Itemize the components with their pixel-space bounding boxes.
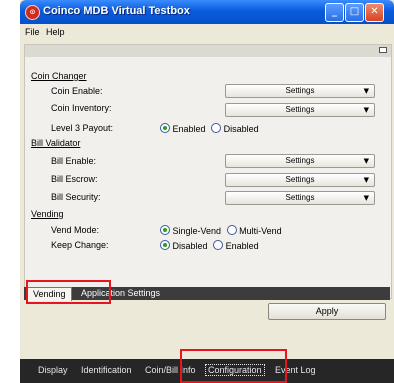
coin-enable-label: Coin Enable: — [51, 86, 103, 96]
keep-change-disabled-radio[interactable] — [160, 240, 170, 250]
coin-enable-value: Settings — [285, 86, 315, 95]
chevron-down-icon: ▼ — [363, 194, 369, 202]
bill-security-dropdown[interactable]: Settings ▼ — [225, 191, 375, 205]
panel-header-strip — [25, 45, 391, 57]
multi-vend-radio[interactable] — [226, 225, 237, 235]
single-vend-radio[interactable] — [160, 225, 170, 235]
maximize-button[interactable]: □ — [345, 3, 364, 22]
coin-enable-dropdown[interactable]: Settings ▼ — [225, 84, 375, 98]
tab-identification[interactable]: Identification — [81, 365, 132, 375]
bill-enable-label: Bill Enable: — [51, 156, 97, 166]
chevron-down-icon: ▼ — [363, 157, 369, 165]
coin-changer-heading: Coin Changer — [31, 71, 87, 81]
vend-mode-label: Vend Mode: — [51, 225, 100, 235]
close-button[interactable]: ✕ — [365, 3, 384, 22]
vend-mode-radio-group: Single-Vend Multi-Vend — [160, 225, 282, 236]
level3-enabled-radio[interactable] — [160, 123, 170, 133]
coin-inventory-value: Settings — [285, 105, 315, 114]
bill-escrow-label: Bill Escrow: — [51, 174, 98, 184]
keep-change-disabled-label[interactable]: Disabled — [173, 241, 208, 251]
bill-enable-dropdown[interactable]: Settings ▼ — [225, 154, 375, 168]
keep-change-radio-group: Disabled Enabled — [160, 240, 259, 251]
coin-inventory-label: Coin Inventory: — [51, 103, 112, 113]
menu-bar: File Help — [20, 24, 394, 40]
title-bar[interactable]: ⊙ Coinco MDB Virtual Testbox _ □ ✕ — [20, 0, 394, 24]
chevron-down-icon: ▼ — [363, 106, 369, 114]
menu-file[interactable]: File — [25, 27, 40, 37]
bill-validator-heading: Bill Validator — [31, 138, 81, 148]
keep-change-label: Keep Change: — [51, 240, 109, 250]
vending-heading: Vending — [31, 209, 64, 219]
single-vend-label[interactable]: Single-Vend — [173, 226, 222, 236]
configuration-panel: Coin Changer Coin Enable: Settings ▼ Coi… — [24, 44, 392, 299]
multi-vend-label[interactable]: Multi-Vend — [239, 226, 282, 236]
menu-help[interactable]: Help — [46, 27, 65, 37]
bill-enable-value: Settings — [285, 156, 315, 165]
window-title: Coinco MDB Virtual Testbox — [43, 5, 190, 17]
keep-change-enabled-radio[interactable] — [213, 240, 224, 250]
app-window: ⊙ Coinco MDB Virtual Testbox _ □ ✕ File … — [20, 0, 394, 383]
chevron-down-icon: ▼ — [363, 87, 369, 95]
level3-disabled-radio[interactable] — [211, 123, 222, 133]
collapse-icon[interactable] — [379, 47, 387, 53]
bill-escrow-dropdown[interactable]: Settings ▼ — [225, 173, 375, 187]
level3-enabled-label[interactable]: Enabled — [173, 124, 206, 134]
app-icon: ⊙ — [25, 5, 40, 20]
level3-payout-radio-group: Enabled Disabled — [160, 123, 259, 134]
keep-change-enabled-label[interactable]: Enabled — [226, 241, 259, 251]
level3-disabled-label[interactable]: Disabled — [224, 124, 259, 134]
tab-display[interactable]: Display — [38, 365, 68, 375]
bill-security-value: Settings — [285, 193, 315, 202]
apply-button[interactable]: Apply — [268, 303, 386, 320]
chevron-down-icon: ▼ — [363, 176, 369, 184]
minimize-button[interactable]: _ — [325, 3, 344, 22]
vending-tab-highlight — [26, 280, 111, 304]
coin-inventory-dropdown[interactable]: Settings ▼ — [225, 103, 375, 117]
bill-security-label: Bill Security: — [51, 192, 101, 202]
configuration-tab-highlight — [180, 349, 287, 383]
bill-escrow-value: Settings — [285, 175, 315, 184]
level3-payout-label: Level 3 Payout: — [51, 123, 114, 133]
